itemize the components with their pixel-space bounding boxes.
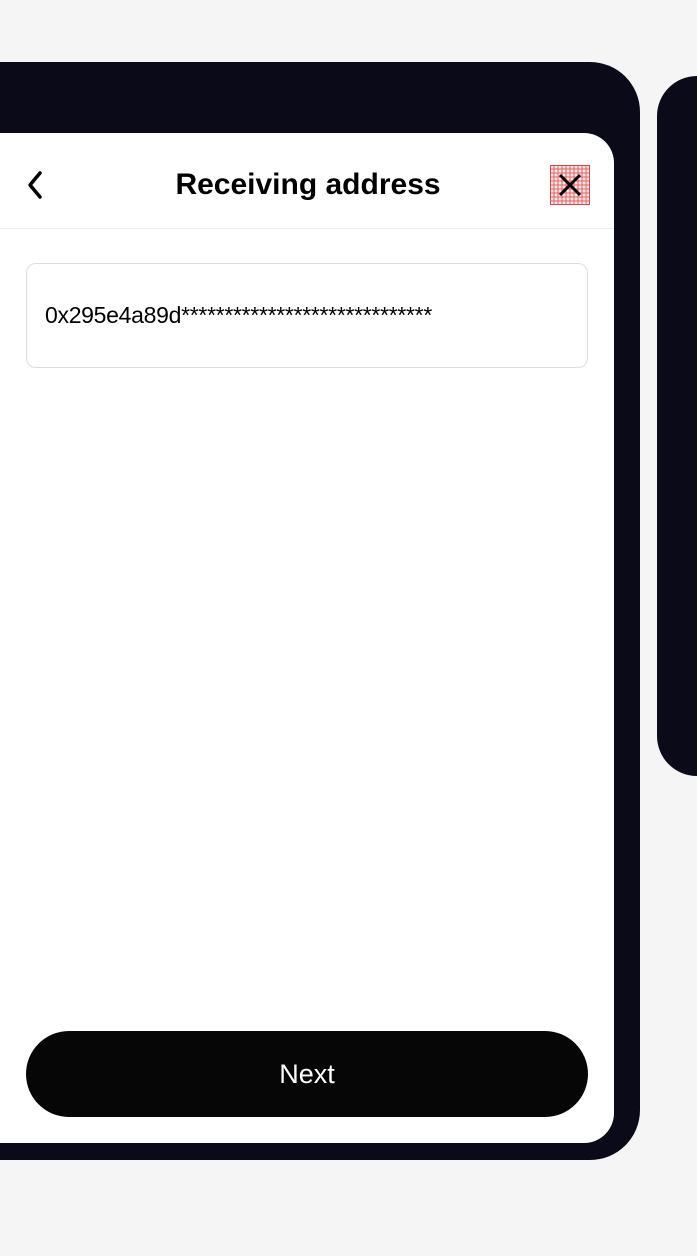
qr-scan-button[interactable] [550,165,590,205]
screen-content: Receiving address [0,133,614,1143]
main-content: 0x295e4a89d***************************** [0,229,614,1031]
receiving-address-input[interactable]: 0x295e4a89d***************************** [26,263,588,368]
decorative-shape [657,76,697,776]
qr-scan-icon [550,165,590,205]
phone-frame: Receiving address [0,62,640,1160]
footer-bar: Next [0,1031,614,1143]
back-chevron-icon [26,170,44,200]
header-bar: Receiving address [0,133,614,229]
page-title: Receiving address [66,168,550,202]
back-button[interactable] [26,165,66,205]
next-button[interactable]: Next [26,1031,588,1117]
